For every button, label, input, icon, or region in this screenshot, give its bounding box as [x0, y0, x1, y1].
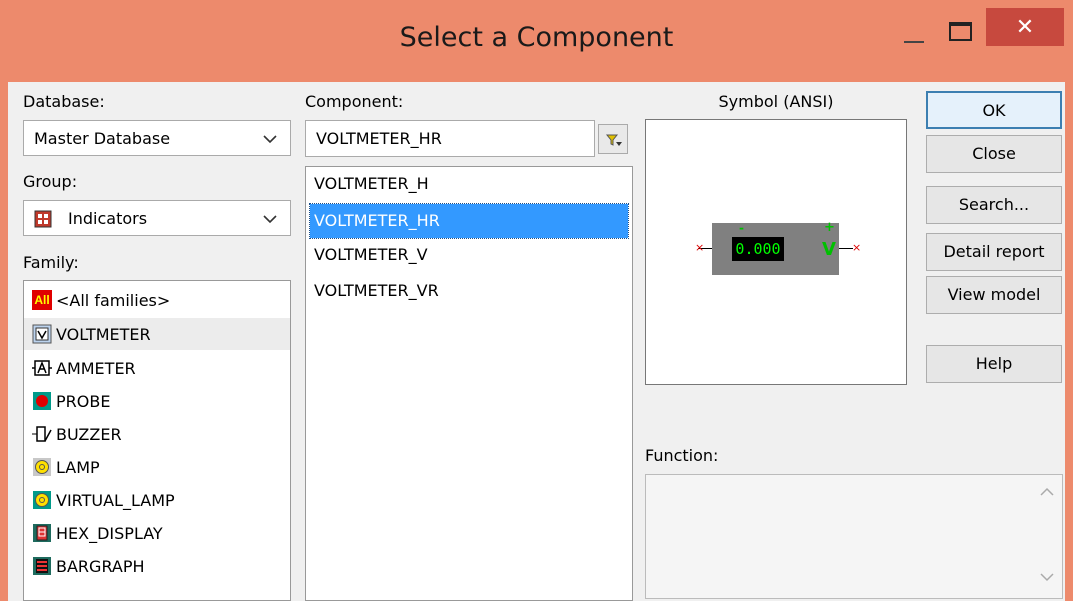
component-list[interactable]: VOLTMETER_H VOLTMETER_HR VOLTMETER_V VOL…: [305, 166, 633, 601]
database-label: Database:: [23, 92, 105, 111]
family-list[interactable]: All <All families> VOLTMETER AMMETER PRO…: [23, 280, 291, 601]
symbol-label: Symbol (ANSI): [718, 92, 834, 111]
window-frame-left: [0, 82, 8, 601]
buzzer-icon: [32, 426, 52, 442]
lamp-icon: [33, 458, 51, 476]
family-label: Family:: [23, 253, 79, 272]
family-item-lamp[interactable]: LAMP: [32, 451, 100, 483]
family-item-all[interactable]: All <All families>: [32, 284, 170, 316]
family-item-label: BUZZER: [56, 424, 122, 444]
meter-body: 0.000 - + V: [712, 220, 839, 275]
family-item-label: VOLTMETER: [56, 324, 151, 344]
family-item-buzzer[interactable]: BUZZER: [32, 418, 122, 450]
indicators-group-icon: [34, 210, 52, 228]
family-item-label: AMMETER: [56, 358, 136, 378]
close-window-button[interactable]: ✕: [986, 8, 1064, 46]
component-label: Component:: [305, 92, 404, 111]
window-frame-right: [1065, 82, 1073, 601]
family-item-virtual-lamp[interactable]: VIRTUAL_LAMP: [32, 484, 175, 516]
minimize-button[interactable]: [892, 14, 936, 48]
voltmeter-icon: [32, 324, 52, 344]
chevron-down-icon[interactable]: [1040, 572, 1054, 582]
family-item-ammeter[interactable]: AMMETER: [32, 352, 136, 384]
scrollbar[interactable]: [1032, 475, 1062, 598]
close-button[interactable]: Close: [926, 135, 1062, 173]
close-icon: ✕: [1015, 14, 1035, 40]
detail-report-button[interactable]: Detail report: [926, 233, 1062, 271]
search-button[interactable]: Search...: [926, 186, 1062, 224]
component-item[interactable]: VOLTMETER_H: [310, 167, 628, 201]
filter-button[interactable]: [598, 124, 628, 154]
ammeter-icon: [32, 360, 52, 376]
chevron-down-icon: [263, 215, 277, 224]
group-label: Group:: [23, 172, 78, 191]
group-value: Indicators: [68, 209, 148, 228]
plus-sign: +: [824, 220, 835, 235]
family-item-label: HEX_DISPLAY: [56, 523, 163, 543]
symbol-preview: × 0.000 - + V ×: [645, 119, 907, 385]
view-model-button[interactable]: View model: [926, 276, 1062, 314]
component-item[interactable]: VOLTMETER_VR: [310, 274, 628, 308]
component-input[interactable]: VOLTMETER_HR: [305, 120, 595, 157]
function-label: Function:: [645, 446, 719, 465]
component-item-selected[interactable]: VOLTMETER_HR: [309, 203, 629, 239]
help-button[interactable]: Help: [926, 345, 1062, 383]
minimize-icon: [904, 41, 924, 43]
chevron-up-icon[interactable]: [1040, 487, 1054, 497]
maximize-button[interactable]: [938, 14, 982, 48]
probe-icon: [33, 392, 51, 410]
family-item-label: VIRTUAL_LAMP: [56, 490, 175, 510]
database-value: Master Database: [34, 129, 171, 148]
family-item-hex-display[interactable]: HEX_DISPLAY: [32, 517, 163, 549]
meter-lead-right: [839, 248, 853, 249]
family-item-label: PROBE: [56, 391, 111, 411]
family-item-bargraph[interactable]: BARGRAPH: [32, 550, 145, 582]
maximize-icon: [948, 21, 972, 41]
bargraph-icon: [33, 557, 51, 575]
family-item-label: <All families>: [56, 290, 171, 310]
hex-display-icon: [33, 524, 51, 542]
chevron-down-icon: [263, 135, 277, 144]
filter-icon: [605, 134, 622, 146]
pin-marker-left: ×: [695, 241, 705, 254]
group-select[interactable]: Indicators: [23, 200, 291, 236]
database-select[interactable]: Master Database: [23, 120, 291, 156]
virtual-lamp-icon: [33, 491, 51, 509]
meter-display: 0.000: [732, 237, 784, 261]
family-item-label: LAMP: [56, 457, 100, 477]
pin-marker-right: ×: [852, 241, 862, 254]
ok-button[interactable]: OK: [926, 91, 1062, 129]
unit-label: V: [822, 239, 836, 260]
family-item-voltmeter[interactable]: VOLTMETER: [24, 318, 290, 350]
family-item-probe[interactable]: PROBE: [32, 385, 110, 417]
family-item-label: BARGRAPH: [56, 556, 145, 576]
component-value: VOLTMETER_HR: [316, 129, 442, 148]
minus-sign: -: [739, 221, 744, 235]
component-item[interactable]: VOLTMETER_V: [310, 238, 628, 272]
function-textarea[interactable]: [645, 474, 1063, 599]
all-families-icon: All: [32, 290, 52, 310]
